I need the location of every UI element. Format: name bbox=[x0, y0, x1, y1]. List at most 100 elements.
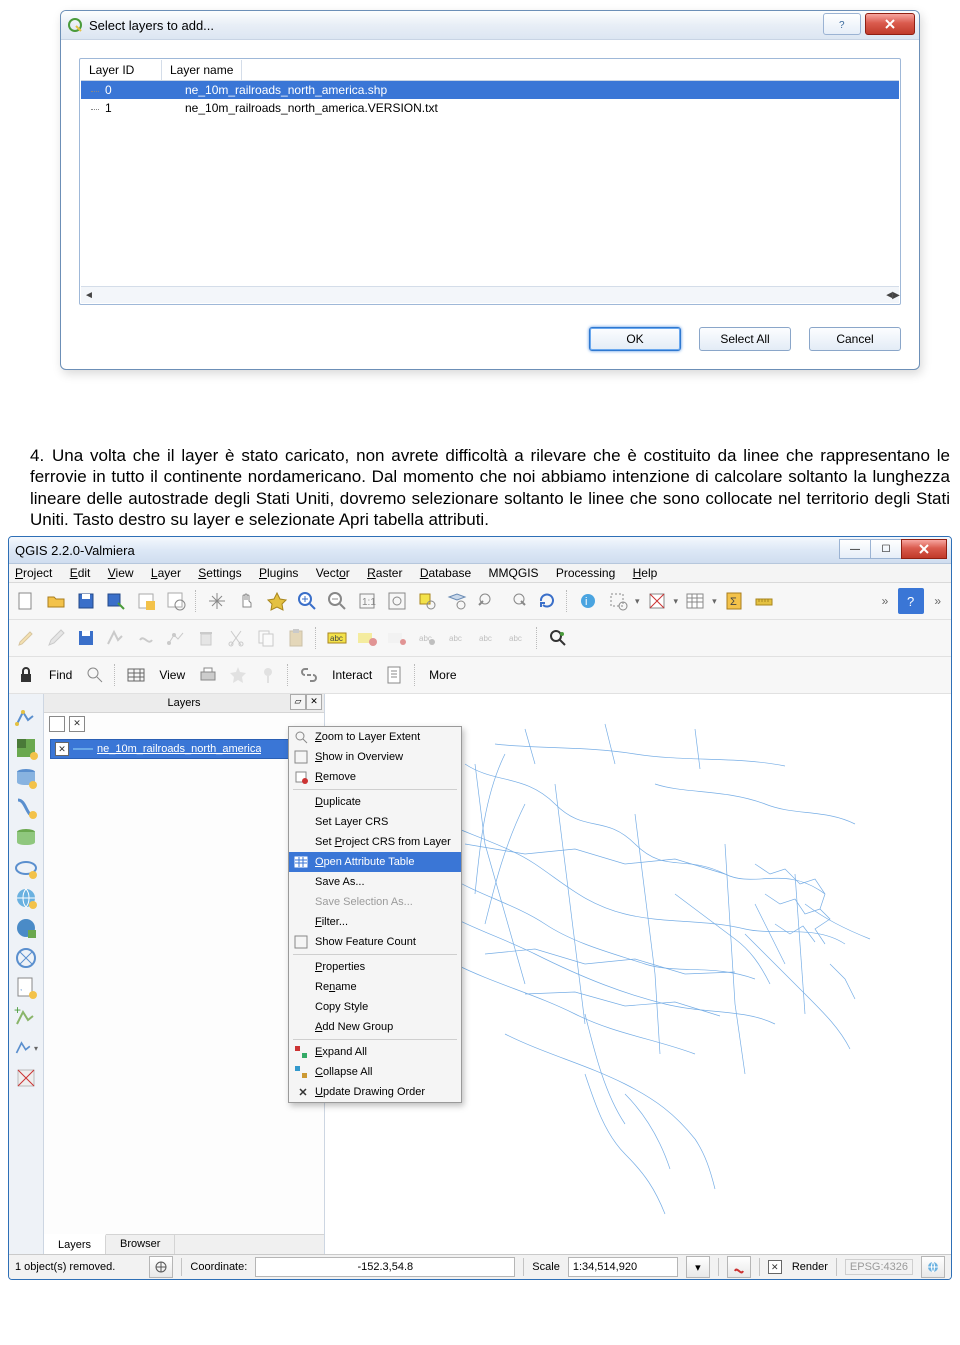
move-feature-icon[interactable] bbox=[133, 625, 159, 651]
layer-list[interactable]: Layer ID Layer name 0 ne_10m_railroads_n… bbox=[79, 58, 901, 305]
remove-layer-icon[interactable] bbox=[14, 1066, 38, 1090]
layer-row[interactable]: 0 ne_10m_railroads_north_america.shp bbox=[81, 81, 899, 99]
new-shapefile-icon[interactable]: ▾ bbox=[14, 1036, 38, 1060]
ok-button[interactable]: OK bbox=[589, 327, 681, 351]
lock-icon[interactable] bbox=[13, 662, 39, 688]
ctx-save-as[interactable]: Save As... bbox=[289, 872, 461, 892]
field-calc-icon[interactable]: Σ bbox=[721, 588, 747, 614]
scale-field[interactable]: 1:34,514,920 bbox=[568, 1257, 678, 1277]
label-tool4-icon[interactable]: abc bbox=[414, 625, 440, 651]
menu-project[interactable]: Project bbox=[15, 566, 52, 580]
ctx-open-attribute-table[interactable]: Open Attribute Table bbox=[289, 852, 461, 872]
scale-dropdown-button[interactable]: ▾ bbox=[686, 1256, 710, 1278]
ctx-set-layer-crs[interactable]: Set Layer CRS bbox=[289, 812, 461, 832]
ctx-zoom-to-layer[interactable]: Zoom to Layer Extent bbox=[289, 727, 461, 747]
composer-manager-icon[interactable] bbox=[163, 588, 189, 614]
delete-icon[interactable] bbox=[193, 625, 219, 651]
label-abc-icon[interactable]: abc bbox=[324, 625, 350, 651]
osm-icon[interactable] bbox=[545, 625, 571, 651]
zoom-last-icon[interactable] bbox=[474, 588, 500, 614]
measure-icon[interactable] bbox=[751, 588, 777, 614]
add-postgis-icon[interactable] bbox=[14, 766, 38, 790]
add-wms-icon[interactable] bbox=[14, 886, 38, 910]
copy-icon[interactable] bbox=[253, 625, 279, 651]
menu-bar[interactable]: Project Edit View Layer Settings Plugins… bbox=[9, 564, 951, 583]
zoom-selection-icon[interactable] bbox=[414, 588, 440, 614]
help-button[interactable]: ? bbox=[823, 13, 861, 35]
ctx-set-project-crs[interactable]: Set Project CRS from Layer bbox=[289, 832, 461, 852]
tab-browser[interactable]: Browser bbox=[106, 1235, 175, 1254]
print-composer-icon[interactable] bbox=[133, 588, 159, 614]
label-tool7-icon[interactable]: abc bbox=[504, 625, 530, 651]
menu-layer[interactable]: Layer bbox=[151, 566, 181, 580]
select-all-button[interactable]: Select All bbox=[699, 327, 791, 351]
deselect-icon[interactable] bbox=[644, 588, 670, 614]
close-button[interactable] bbox=[901, 539, 947, 559]
menu-view[interactable]: View bbox=[108, 566, 134, 580]
panel-close-button[interactable]: ✕ bbox=[306, 694, 322, 710]
pencil-icon[interactable] bbox=[43, 625, 69, 651]
link-icon[interactable] bbox=[296, 662, 322, 688]
layer-row[interactable]: 1 ne_10m_railroads_north_america.VERSION… bbox=[81, 99, 899, 117]
save-as-icon[interactable] bbox=[103, 588, 129, 614]
menu-help[interactable]: Help bbox=[633, 566, 658, 580]
zoom-out-icon[interactable] bbox=[324, 588, 350, 614]
layer-visibility-checkbox[interactable]: ✕ bbox=[55, 742, 69, 756]
pan-to-selection-icon[interactable] bbox=[264, 588, 290, 614]
table-view-icon[interactable] bbox=[123, 662, 149, 688]
toggle-extents-button[interactable] bbox=[149, 1256, 173, 1278]
add-csv-icon[interactable]: , bbox=[14, 976, 38, 1000]
zoom-next-icon[interactable] bbox=[504, 588, 530, 614]
cut-icon[interactable] bbox=[223, 625, 249, 651]
add-spatialite-icon[interactable] bbox=[14, 796, 38, 820]
render-checkbox[interactable]: ✕ bbox=[768, 1260, 782, 1274]
menu-vector[interactable]: Vector bbox=[316, 566, 350, 580]
add-wfs-icon[interactable] bbox=[14, 946, 38, 970]
zoom-full-icon[interactable] bbox=[384, 588, 410, 614]
add-vector-icon[interactable] bbox=[14, 706, 38, 730]
menu-processing[interactable]: Processing bbox=[556, 566, 615, 580]
add-wcs-icon[interactable] bbox=[14, 916, 38, 940]
open-icon[interactable] bbox=[43, 588, 69, 614]
ctx-properties[interactable]: Properties bbox=[289, 957, 461, 977]
ctx-show-overview[interactable]: Show in Overview bbox=[289, 747, 461, 767]
scale-lock-button[interactable] bbox=[727, 1256, 751, 1278]
pan-icon[interactable] bbox=[204, 588, 230, 614]
minimize-button[interactable]: — bbox=[839, 539, 871, 559]
pan-hand-icon[interactable] bbox=[234, 588, 260, 614]
menu-raster[interactable]: Raster bbox=[367, 566, 402, 580]
more-label[interactable]: More bbox=[423, 668, 462, 682]
menu-plugins[interactable]: Plugins bbox=[259, 566, 298, 580]
horizontal-scrollbar[interactable]: ◄ ◄▶ bbox=[81, 286, 899, 303]
find-search-icon[interactable] bbox=[82, 662, 108, 688]
menu-settings[interactable]: Settings bbox=[198, 566, 241, 580]
panel-undock-button[interactable]: ▱ bbox=[290, 694, 306, 710]
maximize-button[interactable]: ☐ bbox=[870, 539, 902, 559]
label-tool3-icon[interactable] bbox=[384, 625, 410, 651]
edit-toggle-icon[interactable] bbox=[13, 625, 39, 651]
crs-button[interactable] bbox=[921, 1256, 945, 1278]
new-vector-icon[interactable]: + bbox=[14, 1006, 38, 1030]
menu-database[interactable]: Database bbox=[420, 566, 471, 580]
zoom-in-icon[interactable] bbox=[294, 588, 320, 614]
panel-toolbar-icon[interactable]: ✕ bbox=[69, 716, 85, 732]
layer-item[interactable]: ✕ ne_10m_railroads_north_america bbox=[50, 739, 318, 759]
ctx-update-drawing-order[interactable]: ✕Update Drawing Order bbox=[289, 1082, 461, 1102]
identify-icon[interactable]: i bbox=[575, 588, 601, 614]
toolbar-overflow[interactable]: » bbox=[882, 594, 895, 608]
save-icon[interactable] bbox=[73, 588, 99, 614]
label-tool2-icon[interactable] bbox=[354, 625, 380, 651]
print-icon[interactable] bbox=[195, 662, 221, 688]
menu-mmqgis[interactable]: MMQGIS bbox=[489, 566, 539, 580]
node-tool-icon[interactable] bbox=[163, 625, 189, 651]
scroll-left-arrow[interactable]: ◄ bbox=[81, 290, 97, 301]
label-tool5-icon[interactable]: abc bbox=[444, 625, 470, 651]
paste-icon[interactable] bbox=[283, 625, 309, 651]
select-icon[interactable] bbox=[605, 588, 631, 614]
save-edits-icon[interactable] bbox=[73, 625, 99, 651]
cancel-button[interactable]: Cancel bbox=[809, 327, 901, 351]
coord-field[interactable]: -152.3,54.8 bbox=[255, 1257, 515, 1277]
attribute-table-icon[interactable] bbox=[682, 588, 708, 614]
add-feature-icon[interactable] bbox=[103, 625, 129, 651]
ctx-filter[interactable]: Filter... bbox=[289, 912, 461, 932]
